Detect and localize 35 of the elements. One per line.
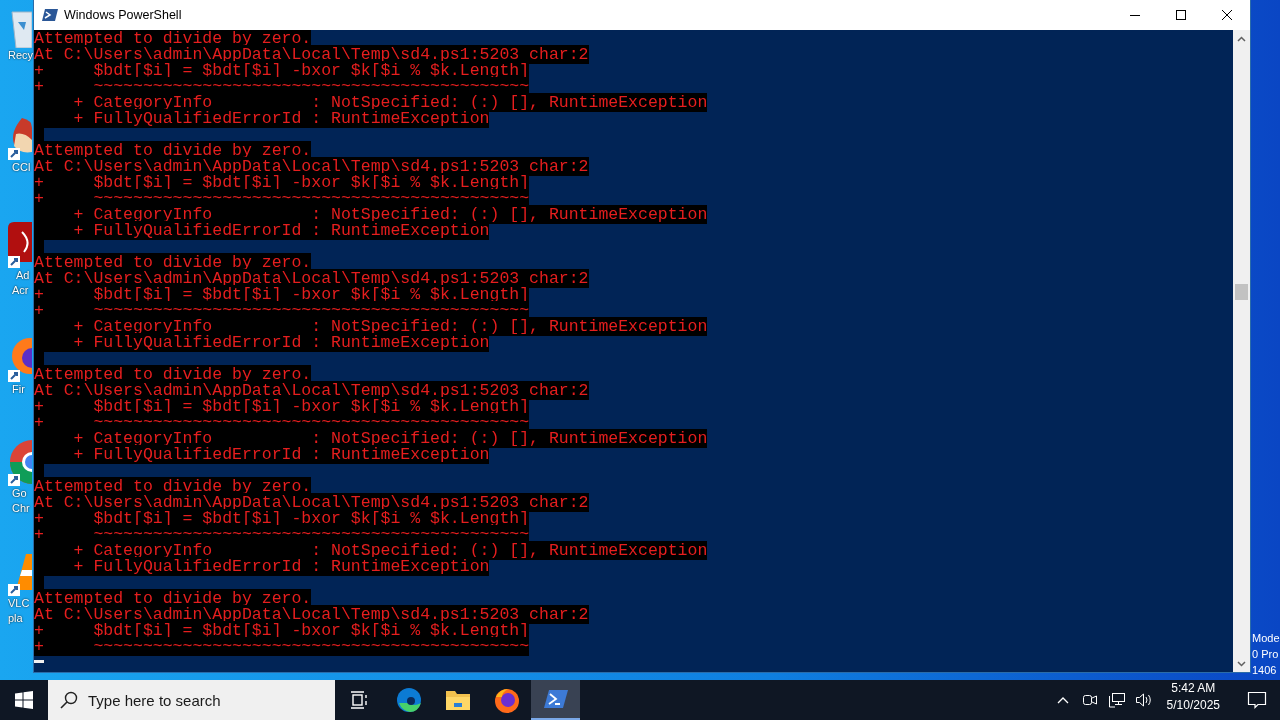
terminal-icon [543, 689, 568, 709]
browser-icon [395, 687, 422, 713]
icon-label: Go [12, 486, 27, 501]
icon-label: Chr [12, 501, 30, 516]
icon-label: Recy [8, 48, 34, 63]
fox-icon [493, 687, 520, 713]
icon-label: Fir [12, 382, 25, 397]
icon-label: Acr [12, 283, 29, 298]
maximize-icon [1176, 10, 1186, 20]
windows-icon [15, 691, 33, 709]
search-field[interactable]: Type here to search [48, 680, 335, 720]
text-cursor [34, 660, 44, 663]
icon-label: Ad [16, 268, 30, 283]
volume-icon[interactable] [1134, 692, 1153, 708]
terminal-icon [42, 7, 58, 23]
network-icon[interactable] [1107, 692, 1126, 708]
edition-text: 0 Pro [1252, 647, 1279, 662]
icon-label: pla [8, 611, 23, 626]
clock[interactable]: 5:42 AM 5/10/2025 [1166, 680, 1220, 720]
edition-text: 1406 [1252, 663, 1277, 678]
scroll-up-icon[interactable] [1237, 35, 1246, 42]
window-title: Windows PowerShell [64, 8, 183, 22]
chat-bubble-icon [1247, 691, 1267, 709]
camera-icon[interactable] [1081, 692, 1098, 708]
edition-text: Mode [1252, 631, 1280, 646]
scrollbar[interactable] [1233, 30, 1250, 672]
folder-icon [445, 689, 470, 711]
scrollbar-thumb[interactable] [1235, 284, 1248, 300]
scroll-down-icon[interactable] [1237, 660, 1246, 667]
chevron-up-icon[interactable] [1056, 696, 1069, 704]
close-icon [1222, 10, 1232, 20]
icon-label: CCl [12, 160, 31, 175]
task-view-icon [349, 691, 370, 709]
icon-label: VLC [8, 596, 30, 611]
bin-icon [8, 8, 32, 48]
